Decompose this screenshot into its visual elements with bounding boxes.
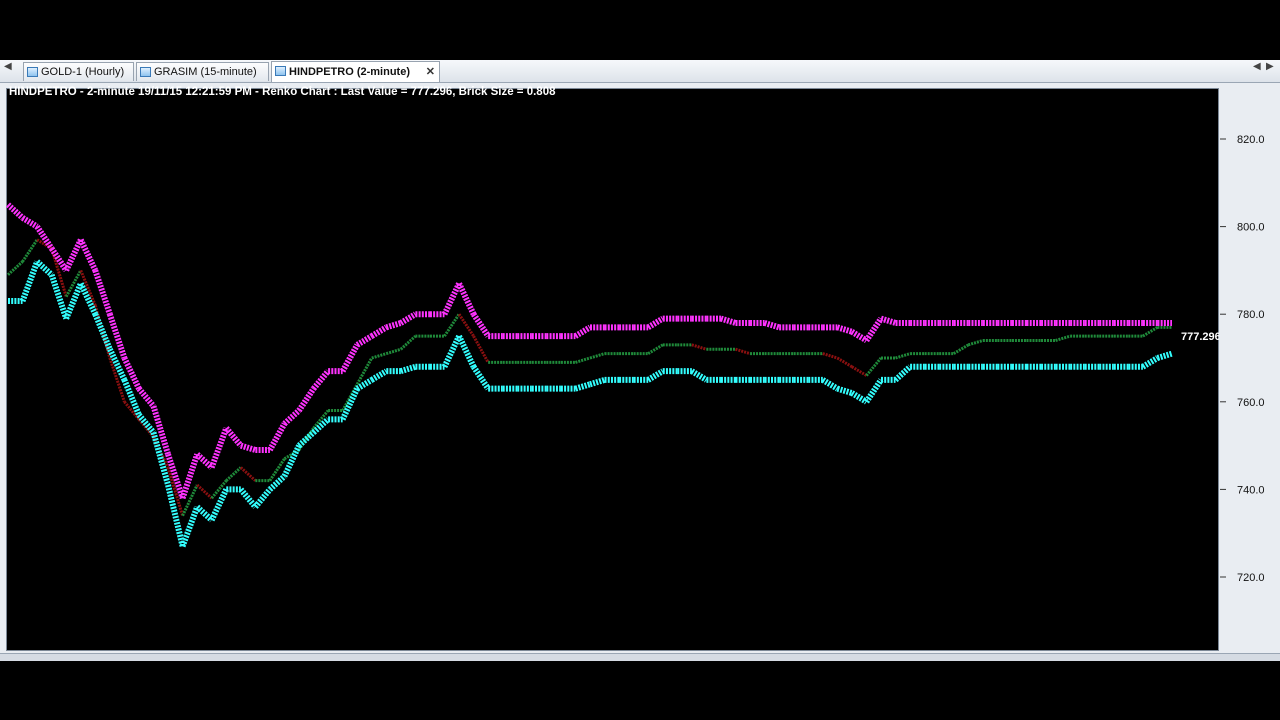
tab-gold[interactable]: GOLD-1 (Hourly) (23, 62, 134, 81)
tab-scroll-left-icon[interactable]: ◀ (4, 61, 12, 72)
bottom-sheet-tabs (0, 653, 1280, 661)
tab-hindpetro[interactable]: HINDPETRO (2-minute) ✕ (271, 61, 440, 82)
chart-icon (27, 67, 38, 77)
last-value-label: 777.296 (1181, 331, 1219, 343)
close-icon[interactable]: ✕ (426, 62, 435, 82)
tab-label: HINDPETRO (2-minute) (289, 66, 410, 78)
tab-scroll-left-icon[interactable]: ◀ (1253, 61, 1261, 72)
tab-scroll-right-icon[interactable]: ▶ (1266, 61, 1274, 72)
price-axis (1220, 87, 1272, 651)
tab-bar: ◀ GOLD-1 (Hourly) GRASIM (15-minute) HIN… (0, 60, 1280, 83)
chart-window (6, 88, 1219, 651)
chart-icon (275, 66, 286, 76)
chart-icon (140, 67, 151, 77)
tab-grasim[interactable]: GRASIM (15-minute) (136, 62, 269, 81)
tab-label: GRASIM (15-minute) (154, 66, 257, 78)
tab-label: GOLD-1 (Hourly) (41, 66, 125, 78)
app-window: ◀ GOLD-1 (Hourly) GRASIM (15-minute) HIN… (0, 60, 1280, 661)
chart-title: HINDPETRO - 2-minute 19/11/15 12:21:59 P… (9, 86, 556, 98)
